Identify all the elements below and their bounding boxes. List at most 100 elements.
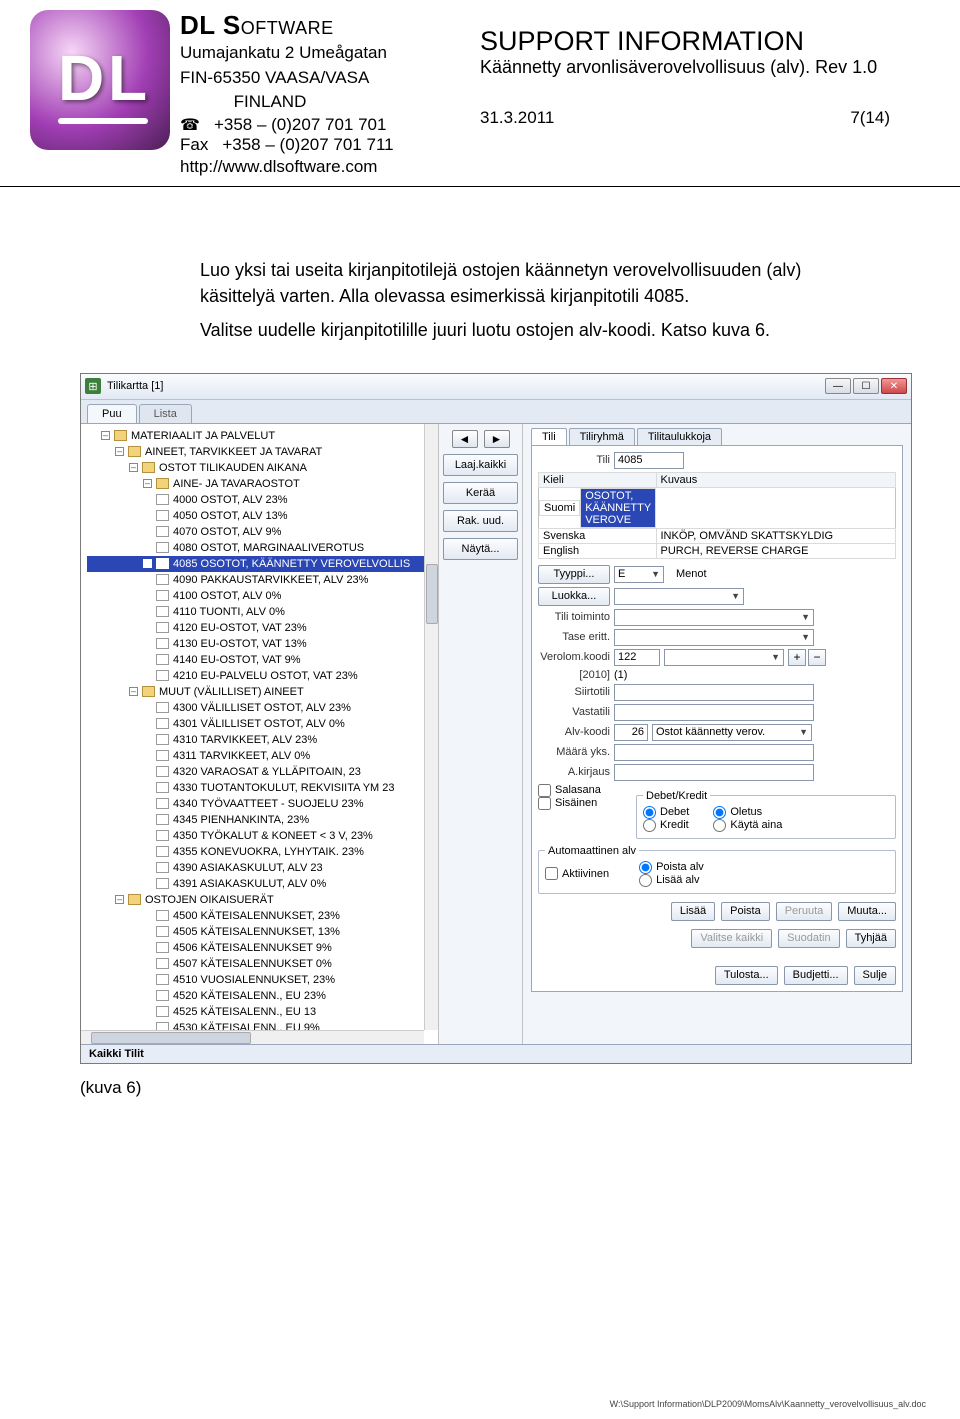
luokka-select[interactable]: ▼ [614, 588, 744, 605]
alvkoodi-input[interactable] [614, 724, 648, 741]
tree-node[interactable]: 4140 EU-OSTOT, VAT 9% [87, 652, 436, 668]
tree-node[interactable]: 4340 TYÖVAATTEET - SUOJELU 23% [87, 796, 436, 812]
tree-node[interactable]: –AINE- JA TAVARAOSTOT [87, 476, 436, 492]
tree-node[interactable]: 4130 EU-OSTOT, VAT 13% [87, 636, 436, 652]
tree-node[interactable]: 4345 PIENHANKINTA, 23% [87, 812, 436, 828]
tree-node[interactable]: 4070 OSTOT, ALV 9% [87, 524, 436, 540]
tulosta-button[interactable]: Tulosta... [715, 966, 778, 985]
tree-node[interactable]: 4050 OSTOT, ALV 13% [87, 508, 436, 524]
oletus-radio[interactable] [713, 806, 726, 819]
budjetti-button[interactable]: Budjetti... [784, 966, 848, 985]
tyhjaa-button[interactable]: Tyhjää [846, 929, 896, 948]
sisainen-checkbox[interactable] [538, 797, 551, 810]
muuta-button[interactable]: Muuta... [838, 902, 896, 921]
alvkoodi-select[interactable]: Ostot käännetty verov.▼ [652, 724, 812, 741]
suodatin-button[interactable]: Suodatin [778, 929, 839, 948]
debet-radio[interactable] [643, 806, 656, 819]
tree-node[interactable]: 4301 VÄLILLISET OSTOT, ALV 0% [87, 716, 436, 732]
minimize-button[interactable]: — [825, 378, 851, 394]
tree-node[interactable]: 4391 ASIAKASKULUT, ALV 0% [87, 876, 436, 892]
kredit-radio[interactable] [643, 819, 656, 832]
dtab-tilitaulukkoja[interactable]: Tilitaulukkoja [637, 428, 722, 445]
tili-input[interactable] [614, 452, 684, 469]
tree-node[interactable]: 4100 OSTOT, ALV 0% [87, 588, 436, 604]
toiminto-select[interactable]: ▼ [614, 609, 814, 626]
window-titlebar[interactable]: ⊞ Tilikartta [1] — ☐ ✕ [81, 374, 911, 400]
tree-node[interactable]: 4525 KÄTEISALENN., EU 13 [87, 1004, 436, 1020]
dtab-tili[interactable]: Tili [531, 428, 567, 445]
kayta-aina-radio[interactable] [713, 819, 726, 832]
tree-node[interactable]: 4210 EU-PALVELU OSTOT, VAT 23% [87, 668, 436, 684]
poista-alv-radio[interactable] [639, 861, 652, 874]
salasana-checkbox[interactable] [538, 784, 551, 797]
maximize-button[interactable]: ☐ [853, 378, 879, 394]
show-button[interactable]: Näytä... [443, 538, 518, 560]
tyyppi-select[interactable]: E▼ [614, 566, 664, 583]
tree-node[interactable]: 4310 TARVIKKEET, ALV 23% [87, 732, 436, 748]
akirjaus-input[interactable] [614, 764, 814, 781]
tree-node[interactable]: 4000 OSTOT, ALV 23% [87, 492, 436, 508]
sulje-button[interactable]: Sulje [854, 966, 896, 985]
verolom-select[interactable]: ▼ [664, 649, 784, 666]
tree-expander-icon[interactable]: – [115, 447, 124, 456]
close-button[interactable]: ✕ [881, 378, 907, 394]
siirto-input[interactable] [614, 684, 814, 701]
tree-expander-icon[interactable]: – [143, 479, 152, 488]
tree-node[interactable]: –OSTOT TILIKAUDEN AIKANA [87, 460, 436, 476]
lang-row[interactable]: SvenskaINKÖP, OMVÄND SKATTSKYLDIG [539, 528, 896, 543]
tree-node[interactable]: –MUUT (VÄLILLISET) AINEET [87, 684, 436, 700]
tree-node[interactable]: 4085 OSOTOT, KÄÄNNETTY VEROVELVOLLIS [87, 556, 436, 572]
tree-node[interactable]: 4520 KÄTEISALENN., EU 23% [87, 988, 436, 1004]
verolom-input[interactable] [614, 649, 660, 666]
tase-select[interactable]: ▼ [614, 629, 814, 646]
tyyppi-button[interactable]: Tyyppi... [538, 565, 610, 584]
peruuta-button[interactable]: Peruuta [776, 902, 833, 921]
tree-node[interactable]: 4300 VÄLILLISET OSTOT, ALV 23% [87, 700, 436, 716]
tree-node[interactable]: –OSTOJEN OIKAISUERÄT [87, 892, 436, 908]
tree-node[interactable]: 4090 PAKKAUSTARVIKKEET, ALV 23% [87, 572, 436, 588]
tree-expander-icon[interactable]: – [129, 687, 138, 696]
verolom-minus-button[interactable]: − [808, 649, 826, 666]
tree-node[interactable]: 4110 TUONTI, ALV 0% [87, 604, 436, 620]
tab-puu[interactable]: Puu [87, 404, 137, 423]
tree-hscrollbar[interactable] [81, 1030, 424, 1044]
collapse-button[interactable]: Kerää [443, 482, 518, 504]
dtab-tiliryhma[interactable]: Tiliryhmä [569, 428, 635, 445]
tree-node[interactable]: 4355 KONEVUOKRA, LYHYTAIK. 23% [87, 844, 436, 860]
tree-node[interactable]: 4510 VUOSIALENNUKSET, 23% [87, 972, 436, 988]
tree-node[interactable]: 4311 TARVIKKEET, ALV 0% [87, 748, 436, 764]
language-table[interactable]: Kieli Kuvaus SuomiOSOTOT, KÄÄNNETTY VERO… [538, 472, 896, 559]
tree-vscrollbar[interactable] [424, 424, 438, 1030]
rebuild-button[interactable]: Rak. uud. [443, 510, 518, 532]
lang-row[interactable]: SuomiOSOTOT, KÄÄNNETTY VEROVE [539, 488, 656, 528]
tree-node[interactable]: 4500 KÄTEISALENNUKSET, 23% [87, 908, 436, 924]
tree-expander-icon[interactable]: – [129, 463, 138, 472]
nav-prev-button[interactable]: ◄ [452, 430, 478, 448]
tree-node[interactable]: –MATERIAALIT JA PALVELUT [87, 428, 436, 444]
valitse-kaikki-button[interactable]: Valitse kaikki [691, 929, 772, 948]
tree-expander-icon[interactable]: – [101, 431, 110, 440]
lisaa-button[interactable]: Lisää [671, 902, 715, 921]
tree-node[interactable]: –AINEET, TARVIKKEET JA TAVARAT [87, 444, 436, 460]
tree-node[interactable]: 4390 ASIAKASKULUT, ALV 23 [87, 860, 436, 876]
tab-lista[interactable]: Lista [139, 404, 192, 423]
tree-node[interactable]: 4330 TUOTANTOKULUT, REKVISIITA YM 23 [87, 780, 436, 796]
verolom-plus-button[interactable]: + [788, 649, 806, 666]
tree-node[interactable]: 4120 EU-OSTOT, VAT 23% [87, 620, 436, 636]
lang-row[interactable]: EnglishPURCH, REVERSE CHARGE [539, 543, 896, 558]
tree-node[interactable]: 4350 TYÖKALUT & KONEET < 3 V, 23% [87, 828, 436, 844]
maara-input[interactable] [614, 744, 814, 761]
tree-node[interactable]: 4506 KÄTEISALENNUKSET 9% [87, 940, 436, 956]
poista-button[interactable]: Poista [721, 902, 770, 921]
account-tree[interactable]: –MATERIAALIT JA PALVELUT–AINEET, TARVIKK… [87, 428, 436, 1044]
luokka-button[interactable]: Luokka... [538, 587, 610, 606]
tree-node[interactable]: 4505 KÄTEISALENNUKSET, 13% [87, 924, 436, 940]
tree-node[interactable]: 4507 KÄTEISALENNUKSET 0% [87, 956, 436, 972]
tree-expander-icon[interactable]: – [115, 895, 124, 904]
nav-next-button[interactable]: ► [484, 430, 510, 448]
tree-node[interactable]: 4080 OSTOT, MARGINAALIVEROTUS [87, 540, 436, 556]
lisaa-alv-radio[interactable] [639, 874, 652, 887]
tree-node[interactable]: 4320 VARAOSAT & YLLÄPITOAIN, 23 [87, 764, 436, 780]
aktiivinen-checkbox[interactable] [545, 867, 558, 880]
vasta-input[interactable] [614, 704, 814, 721]
